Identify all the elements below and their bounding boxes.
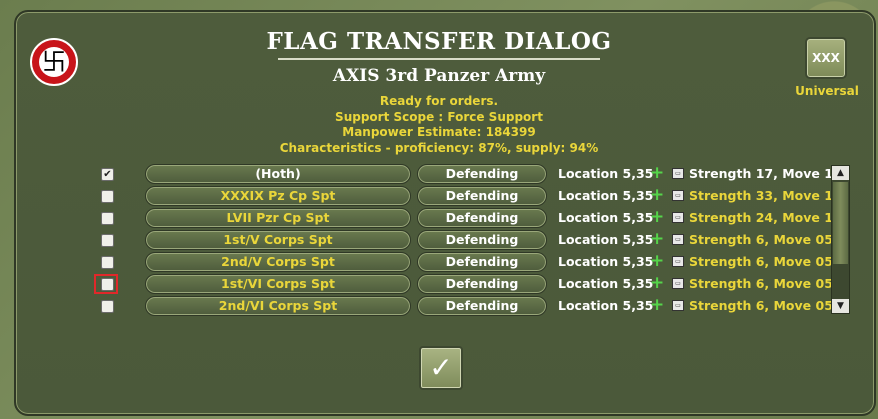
universal-label: Universal <box>795 84 859 98</box>
unit-icon: ▭ <box>672 190 684 201</box>
unit-strength: Strength 33, Move 12 <box>689 188 842 203</box>
unit-name-button[interactable]: 1st/V Corps Spt <box>145 230 411 250</box>
unit-status-button[interactable]: Defending <box>417 296 547 316</box>
unit-status-button[interactable]: Defending <box>417 208 547 228</box>
army-name: AXIS 3rd Panzer Army <box>332 66 546 86</box>
unit-location: Location 5,35 <box>558 166 654 181</box>
unit-icon: ▭ <box>672 212 684 223</box>
dialog-title: FLAG TRANSFER DIALOG <box>266 28 612 55</box>
checkbox-highlight <box>94 274 118 294</box>
unit-checkbox[interactable]: ✔ <box>101 168 114 181</box>
echelon-xxx-button[interactable]: XXX <box>805 37 847 79</box>
unit-location: Location 5,35 <box>558 210 654 225</box>
unit-name-button[interactable]: 1st/VI Corps Spt <box>145 274 411 294</box>
unit-name-button[interactable]: XXXIX Pz Cp Spt <box>145 186 411 206</box>
support-scope-text: Support Scope : Force Support <box>335 109 543 124</box>
scroll-up-icon[interactable]: ▲ <box>832 166 849 180</box>
unit-status-button[interactable]: Defending <box>417 186 547 206</box>
unit-row: XXXIX Pz Cp Spt Defending Location 5,35 … <box>0 185 878 207</box>
unit-icon: ▭ <box>672 300 684 311</box>
unit-status-button[interactable]: Defending <box>417 252 547 272</box>
unit-strength: Strength 6, Move 05 <box>689 232 833 247</box>
unit-name-button[interactable]: (Hoth) <box>145 164 411 184</box>
unit-row: LVII Pzr Cp Spt Defending Location 5,35 … <box>0 207 878 229</box>
army-info: Ready for orders. Support Scope : Force … <box>0 94 878 156</box>
title-divider <box>278 58 600 60</box>
confirm-checkmark-button[interactable]: ✓ <box>419 346 463 390</box>
unit-row: 2nd/V Corps Spt Defending Location 5,35 … <box>0 251 878 273</box>
unit-checkbox[interactable] <box>101 190 114 203</box>
unit-list-scrollbar[interactable]: ▲ ▼ <box>831 165 850 314</box>
unit-status-button[interactable]: Defending <box>417 230 547 250</box>
plus-icon[interactable]: + <box>650 251 664 271</box>
unit-checkbox[interactable] <box>101 300 114 313</box>
unit-location: Location 5,35 <box>558 232 654 247</box>
unit-strength: Strength 6, Move 05 <box>689 254 833 269</box>
unit-location: Location 5,35 <box>558 276 654 291</box>
unit-name-button[interactable]: 2nd/V Corps Spt <box>145 252 411 272</box>
unit-checkbox[interactable] <box>101 234 114 247</box>
unit-icon: ▭ <box>672 278 684 289</box>
unit-status-button[interactable]: Defending <box>417 274 547 294</box>
manpower-text: Manpower Estimate: 184399 <box>342 125 536 139</box>
unit-checkbox[interactable] <box>101 212 114 225</box>
unit-icon: ▭ <box>672 234 684 245</box>
unit-name-button[interactable]: 2nd/VI Corps Spt <box>145 296 411 316</box>
scroll-down-icon[interactable]: ▼ <box>832 299 849 313</box>
unit-strength: Strength 6, Move 05 <box>689 276 833 291</box>
unit-row: 1st/VI Corps Spt Defending Location 5,35… <box>0 273 878 295</box>
scroll-thumb[interactable] <box>833 182 848 264</box>
unit-row: 2nd/VI Corps Spt Defending Location 5,35… <box>0 295 878 317</box>
characteristics-text: Characteristics - proficiency: 87%, supp… <box>279 140 599 155</box>
unit-location: Location 5,35 <box>558 254 654 269</box>
unit-location: Location 5,35 <box>558 188 654 203</box>
plus-icon[interactable]: + <box>650 229 664 249</box>
unit-icon: ▭ <box>672 256 684 267</box>
unit-strength: Strength 6, Move 05 <box>689 298 833 313</box>
unit-icon: ▭ <box>672 168 684 179</box>
unit-strength: Strength 17, Move 12 <box>689 166 842 181</box>
unit-strength: Strength 24, Move 12 <box>689 210 842 225</box>
status-text: Ready for orders. <box>379 94 499 108</box>
unit-location: Location 5,35 <box>558 298 654 313</box>
unit-status-button[interactable]: Defending <box>417 164 547 184</box>
unit-name-button[interactable]: LVII Pzr Cp Spt <box>145 208 411 228</box>
unit-row: 1st/V Corps Spt Defending Location 5,35 … <box>0 229 878 251</box>
plus-icon[interactable]: + <box>650 163 664 183</box>
plus-icon[interactable]: + <box>650 273 664 293</box>
unit-row: ✔ (Hoth) Defending Location 5,35 + ▭ Str… <box>0 163 878 185</box>
unit-checkbox[interactable] <box>101 256 114 269</box>
plus-icon[interactable]: + <box>650 207 664 227</box>
plus-icon[interactable]: + <box>650 295 664 315</box>
plus-icon[interactable]: + <box>650 185 664 205</box>
